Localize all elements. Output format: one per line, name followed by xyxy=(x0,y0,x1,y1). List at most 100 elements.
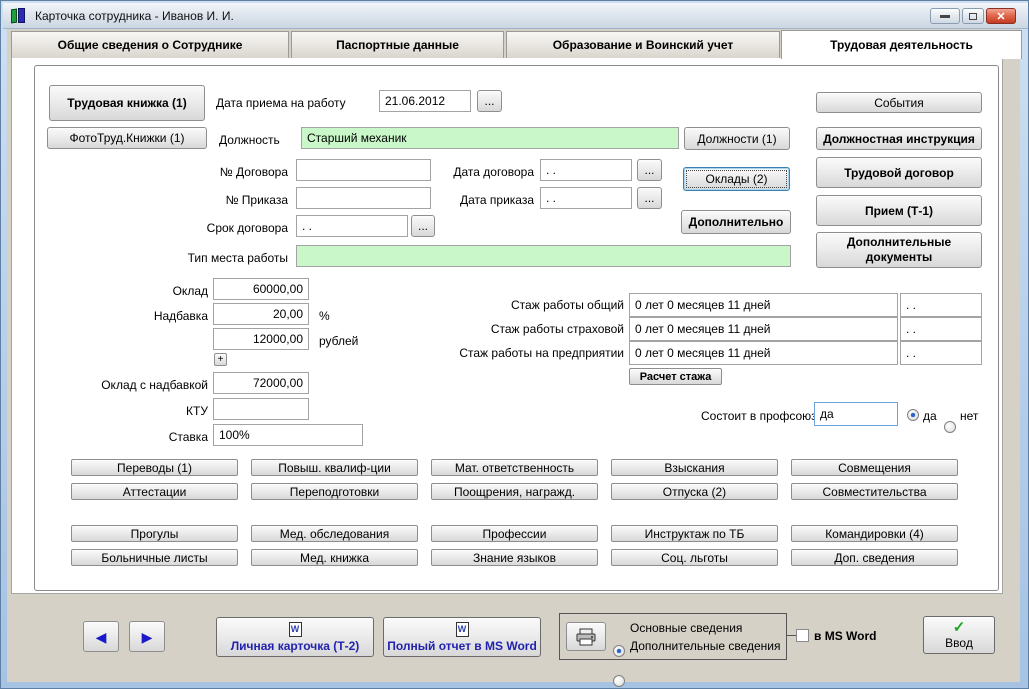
rate-input[interactable]: 100% xyxy=(213,424,363,446)
additional-docs-button[interactable]: Дополнительные документы xyxy=(816,232,982,268)
languages-button[interactable]: Знание языков xyxy=(431,549,598,566)
prev-arrow-icon: ◀ xyxy=(96,630,107,644)
rate-label: Ставка xyxy=(101,430,208,444)
hire-date-label: Дата приема на работу xyxy=(216,96,346,110)
personal-card-button[interactable]: W Личная карточка (Т-2) xyxy=(216,617,374,657)
close-button[interactable]: ✕ xyxy=(986,8,1016,24)
close-icon: ✕ xyxy=(996,10,1005,23)
position-label: Должность xyxy=(219,133,280,147)
additional-button[interactable]: Дополнительно xyxy=(681,210,791,234)
word-doc-icon: W xyxy=(456,622,469,637)
positions-button[interactable]: Должности (1) xyxy=(684,127,790,150)
social-benefits-button[interactable]: Соц. льготы xyxy=(611,549,778,566)
union-no-label: нет xyxy=(960,409,978,423)
print-additional-radio[interactable] xyxy=(613,675,625,687)
word-doc-icon: W xyxy=(289,622,302,637)
minimize-icon xyxy=(940,15,950,18)
order-date-input[interactable]: . . xyxy=(540,187,632,209)
print-main-radio[interactable] xyxy=(613,645,625,657)
qualification-button[interactable]: Повыш. квалиф-ции xyxy=(251,459,418,476)
bonus-percent-unit: % xyxy=(319,309,330,323)
material-responsibility-button[interactable]: Мат. ответственность xyxy=(431,459,598,476)
order-date-label: Дата приказа xyxy=(449,193,534,207)
experience-company-date-input[interactable]: . . xyxy=(900,341,982,365)
attestations-button[interactable]: Аттестации xyxy=(71,483,238,500)
hire-date-input[interactable]: 21.06.2012 xyxy=(379,90,471,112)
second-jobs-button[interactable]: Совместительства xyxy=(791,483,958,500)
minimize-button[interactable] xyxy=(930,8,960,24)
contract-term-picker-button[interactable]: ... xyxy=(411,215,435,237)
tab-education-military[interactable]: Образование и Воинский учет xyxy=(506,31,780,58)
workplace-type-input[interactable] xyxy=(296,245,791,267)
penalties-button[interactable]: Взыскания xyxy=(611,459,778,476)
salary-label: Оклад xyxy=(101,284,208,298)
tab-passport-data[interactable]: Паспортные данные xyxy=(291,31,504,58)
workplace-type-label: Тип места работы xyxy=(161,251,288,265)
position-input[interactable]: Старший механик xyxy=(301,127,679,149)
union-input[interactable]: да xyxy=(814,402,898,426)
maximize-button[interactable] xyxy=(962,8,984,24)
title-bar: Карточка сотрудника - Иванов И. И. xyxy=(3,3,1028,29)
hiring-t1-button[interactable]: Прием (Т-1) xyxy=(816,195,982,226)
tab-work-activity[interactable]: Трудовая деятельность xyxy=(781,30,1022,59)
prev-record-button[interactable]: ◀ xyxy=(83,621,119,652)
additional-info-button[interactable]: Доп. сведения xyxy=(791,549,958,566)
order-date-picker-button[interactable]: ... xyxy=(637,187,662,209)
contract-date-input[interactable]: . . xyxy=(540,159,632,181)
ktu-input[interactable] xyxy=(213,398,309,420)
safety-briefing-button[interactable]: Инструктаж по ТБ xyxy=(611,525,778,542)
experience-total-date-input[interactable]: . . xyxy=(900,293,982,317)
app-books-icon xyxy=(9,7,29,25)
in-word-checkbox[interactable] xyxy=(796,629,809,642)
contract-date-picker-button[interactable]: ... xyxy=(637,159,662,181)
hire-date-picker-button[interactable]: ... xyxy=(477,90,502,112)
maximize-icon xyxy=(969,13,977,20)
union-yes-radio[interactable] xyxy=(907,409,919,421)
business-trips-button[interactable]: Командировки (4) xyxy=(791,525,958,542)
rewards-button[interactable]: Поощрения, награжд. xyxy=(431,483,598,500)
labor-contract-button[interactable]: Трудовой договор xyxy=(816,157,982,188)
combinations-button[interactable]: Совмещения xyxy=(791,459,958,476)
next-arrow-icon: ▶ xyxy=(142,630,153,644)
professions-button[interactable]: Профессии xyxy=(431,525,598,542)
experience-insured-input[interactable]: 0 лет 0 месяцев 11 дней xyxy=(629,317,898,341)
experience-total-label: Стаж работы общий xyxy=(431,298,624,312)
salary-input[interactable]: 60000,00 xyxy=(213,278,309,300)
salaries-button[interactable]: Оклады (2) xyxy=(683,167,790,191)
experience-total-input[interactable]: 0 лет 0 месяцев 11 дней xyxy=(629,293,898,317)
next-record-button[interactable]: ▶ xyxy=(129,621,165,652)
contract-date-label: Дата договора xyxy=(449,165,534,179)
work-book-button[interactable]: Трудовая книжка (1) xyxy=(49,85,205,121)
experience-company-label: Стаж работы на предприятии xyxy=(431,346,624,360)
enter-button[interactable]: ✓ Ввод xyxy=(923,616,995,654)
contract-term-label: Срок договора xyxy=(201,221,288,235)
calc-experience-button[interactable]: Расчет стажа xyxy=(629,368,722,385)
union-label: Состоит в профсоюзе xyxy=(701,409,823,423)
absences-button[interactable]: Прогулы xyxy=(71,525,238,542)
full-report-button[interactable]: W Полный отчет в MS Word xyxy=(383,617,541,657)
bonus-percent-input[interactable]: 20,00 xyxy=(213,303,309,325)
sick-leaves-button[interactable]: Больничные листы xyxy=(71,549,238,566)
experience-insured-date-input[interactable]: . . xyxy=(900,317,982,341)
medical-book-button[interactable]: Мед. книжка xyxy=(251,549,418,566)
application-window: Карточка сотрудника - Иванов И. И. ✕ Общ… xyxy=(0,0,1029,689)
add-bonus-button[interactable]: + xyxy=(214,353,227,366)
union-no-radio[interactable] xyxy=(944,421,956,433)
medical-exams-button[interactable]: Мед. обследования xyxy=(251,525,418,542)
contract-no-label: № Договора xyxy=(216,165,288,179)
photo-work-books-button[interactable]: ФотоТруд.Книжки (1) xyxy=(47,127,207,149)
transfers-button[interactable]: Переводы (1) xyxy=(71,459,238,476)
print-button[interactable] xyxy=(566,622,606,651)
order-no-input[interactable] xyxy=(296,187,431,209)
contract-term-input[interactable]: . . xyxy=(296,215,408,237)
events-button[interactable]: События xyxy=(816,92,982,113)
check-icon: ✓ xyxy=(953,620,966,635)
bonus-rub-input[interactable]: 12000,00 xyxy=(213,328,309,350)
job-instruction-button[interactable]: Должностная инструкция xyxy=(816,127,982,150)
experience-company-input[interactable]: 0 лет 0 месяцев 11 дней xyxy=(629,341,898,365)
retraining-button[interactable]: Переподготовки xyxy=(251,483,418,500)
vacations-button[interactable]: Отпуска (2) xyxy=(611,483,778,500)
salary-total-input[interactable]: 72000,00 xyxy=(213,372,309,394)
contract-no-input[interactable] xyxy=(296,159,431,181)
tab-general-info[interactable]: Общие сведения о Сотруднике xyxy=(11,31,289,58)
